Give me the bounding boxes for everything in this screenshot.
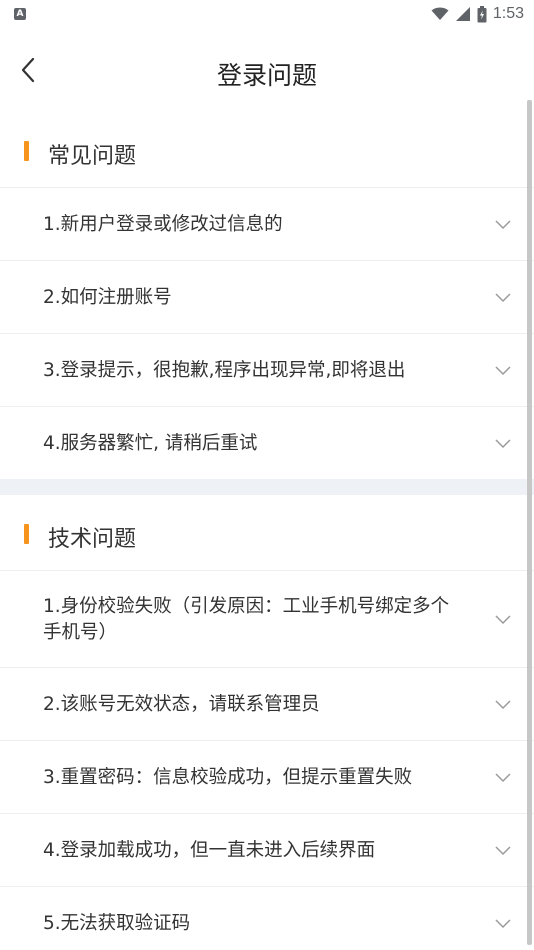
section-header: 技术问题	[0, 495, 534, 571]
faq-item[interactable]: 3.重置密码：信息校验成功，但提示重置失败	[0, 741, 534, 814]
notification-app-icon: A	[14, 8, 26, 20]
scrollbar[interactable]	[527, 100, 532, 945]
faq-question: 3.重置密码：信息校验成功，但提示重置失败	[43, 767, 413, 788]
section-header: 常见问题	[0, 112, 534, 188]
faq-item[interactable]: 1.新用户登录或修改过信息的	[0, 188, 534, 261]
section-technical-questions: 技术问题 1.身份校验失败（引发原因：工业手机号绑定多个手机号） 2.该账号无效…	[0, 495, 534, 950]
section-title: 常见问题	[48, 144, 137, 169]
chevron-down-icon	[495, 293, 511, 303]
faq-question: 1.身份校验失败（引发原因：工业手机号绑定多个手机号）	[43, 596, 450, 643]
chevron-down-icon	[495, 615, 511, 625]
faq-item[interactable]: 4.服务器繁忙, 请稍后重试	[0, 407, 534, 479]
wifi-icon	[431, 7, 449, 20]
faq-question: 2.如何注册账号	[43, 287, 172, 308]
faq-item[interactable]: 5.无法获取验证码	[0, 887, 534, 950]
faq-content: 常见问题 1.新用户登录或修改过信息的 2.如何注册账号 3.登录提示，很抱歉,…	[0, 112, 534, 950]
section-common-questions: 常见问题 1.新用户登录或修改过信息的 2.如何注册账号 3.登录提示，很抱歉,…	[0, 112, 534, 479]
chevron-down-icon	[495, 366, 511, 376]
faq-question: 4.服务器繁忙, 请稍后重试	[43, 433, 258, 454]
section-title: 技术问题	[48, 527, 137, 552]
page-title: 登录问题	[216, 61, 317, 90]
chevron-down-icon	[495, 439, 511, 449]
faq-item[interactable]: 3.登录提示，很抱歉,程序出现异常,即将退出	[0, 334, 534, 407]
faq-item[interactable]: 2.如何注册账号	[0, 261, 534, 334]
battery-icon	[477, 5, 487, 22]
faq-item[interactable]: 2.该账号无效状态，请联系管理员	[0, 668, 534, 741]
faq-question: 1.新用户登录或修改过信息的	[43, 214, 283, 235]
signal-icon	[455, 7, 470, 21]
faq-question: 4.登录加载成功，但一直未进入后续界面	[43, 840, 376, 861]
faq-item[interactable]: 4.登录加载成功，但一直未进入后续界面	[0, 814, 534, 887]
chevron-down-icon	[495, 846, 511, 856]
section-marker	[24, 524, 29, 544]
faq-item[interactable]: 1.身份校验失败（引发原因：工业手机号绑定多个手机号）	[0, 571, 534, 668]
faq-question: 2.该账号无效状态，请联系管理员	[43, 694, 320, 715]
chevron-down-icon	[495, 700, 511, 710]
status-time: 1:53	[492, 5, 524, 22]
nav-bar: 登录问题	[0, 28, 534, 112]
faq-question: 5.无法获取验证码	[43, 913, 191, 934]
faq-question: 3.登录提示，很抱歉,程序出现异常,即将退出	[43, 360, 406, 381]
chevron-down-icon	[495, 919, 511, 929]
section-gap	[0, 479, 534, 495]
chevron-down-icon	[495, 773, 511, 783]
chevron-down-icon	[495, 220, 511, 230]
status-icons: 1:53	[431, 4, 524, 24]
section-marker	[24, 141, 29, 161]
status-bar: A 1:53	[0, 0, 534, 28]
